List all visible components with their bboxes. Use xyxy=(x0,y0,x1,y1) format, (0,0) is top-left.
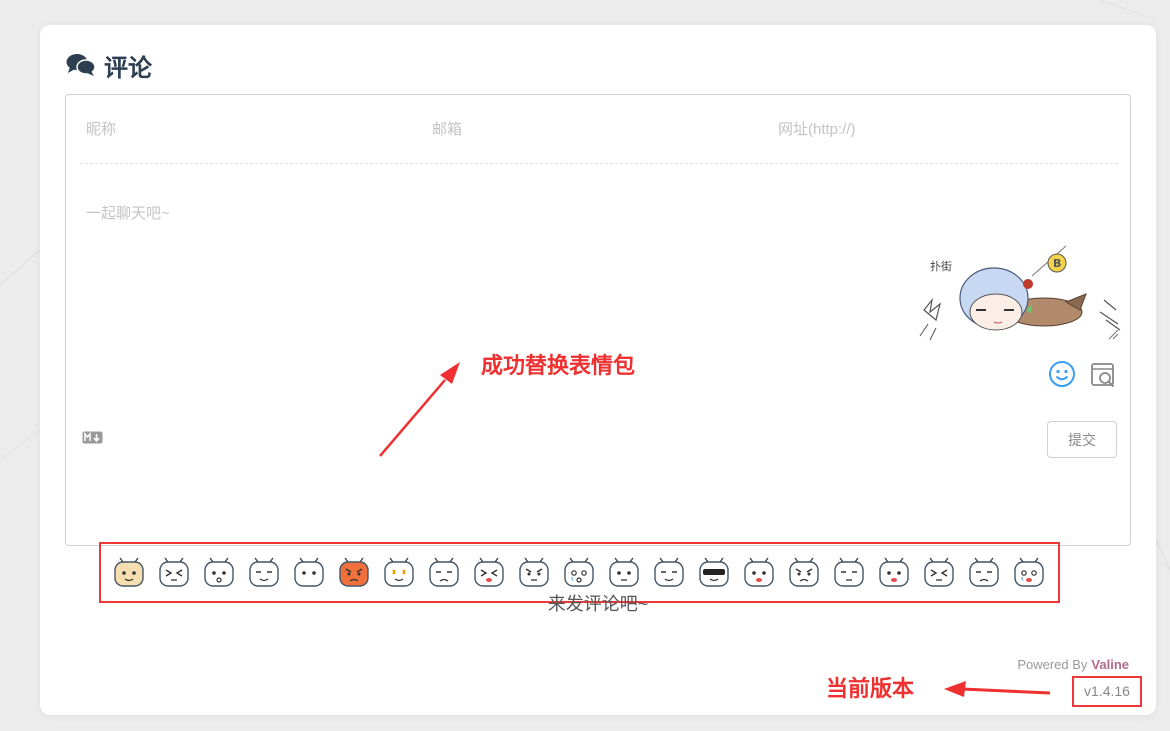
anime-sticker-image: 扑街 B xyxy=(919,245,1121,341)
annotation-current-version: 当前版本 xyxy=(826,676,915,701)
emoji-item-icon[interactable] xyxy=(831,555,867,591)
emoji-item-icon[interactable] xyxy=(696,555,732,591)
emoji-item-icon[interactable] xyxy=(786,555,822,591)
annotation-emoji-replaced: 成功替换表情包 xyxy=(481,353,636,378)
emoji-item-icon[interactable] xyxy=(471,555,507,591)
emoji-item-icon[interactable] xyxy=(291,555,327,591)
markdown-icon[interactable] xyxy=(82,431,103,444)
emoji-item-icon[interactable] xyxy=(741,555,777,591)
svg-text:扑街: 扑街 xyxy=(930,259,952,273)
emoji-item-icon[interactable] xyxy=(201,555,237,591)
emoji-item-icon[interactable] xyxy=(111,555,147,591)
comment-title: 评论 xyxy=(66,49,152,82)
empty-comments-message: 来发评论吧~ xyxy=(547,594,649,614)
emoji-item-icon[interactable] xyxy=(1011,555,1047,591)
emoji-item-icon[interactable] xyxy=(426,555,462,591)
comment-editor: 扑街 B xyxy=(65,94,1131,603)
emoji-icon[interactable] xyxy=(1048,360,1076,388)
emoji-item-icon[interactable] xyxy=(336,555,372,591)
comments-icon xyxy=(66,53,96,77)
powered-by-text: Powered By xyxy=(1017,657,1088,672)
emoji-item-icon[interactable] xyxy=(516,555,552,591)
emoji-item-icon[interactable] xyxy=(966,555,1002,591)
powered-by: Powered By Valine xyxy=(1017,657,1129,672)
emoji-item-icon[interactable] xyxy=(246,555,282,591)
nickname-input[interactable] xyxy=(80,95,426,164)
svg-text:B: B xyxy=(1053,257,1061,270)
website-input[interactable] xyxy=(772,95,1118,164)
emoji-item-icon[interactable] xyxy=(381,555,417,591)
emoji-item-icon[interactable] xyxy=(651,555,687,591)
email-input[interactable] xyxy=(426,95,772,164)
preview-icon[interactable] xyxy=(1089,361,1117,389)
emoji-item-icon[interactable] xyxy=(561,555,597,591)
comment-title-text: 评论 xyxy=(104,54,152,82)
valine-brand-link[interactable]: Valine xyxy=(1091,657,1129,672)
emoji-item-icon[interactable] xyxy=(921,555,957,591)
submit-button[interactable]: 提交 xyxy=(1047,421,1117,458)
comment-meta-inputs xyxy=(80,95,1118,164)
emoji-item-icon[interactable] xyxy=(876,555,912,591)
emoji-item-icon[interactable] xyxy=(606,555,642,591)
version-label: v1.4.16 xyxy=(1072,676,1142,707)
textarea-resize-handle[interactable] xyxy=(1107,328,1119,340)
emoji-item-icon[interactable] xyxy=(156,555,192,591)
